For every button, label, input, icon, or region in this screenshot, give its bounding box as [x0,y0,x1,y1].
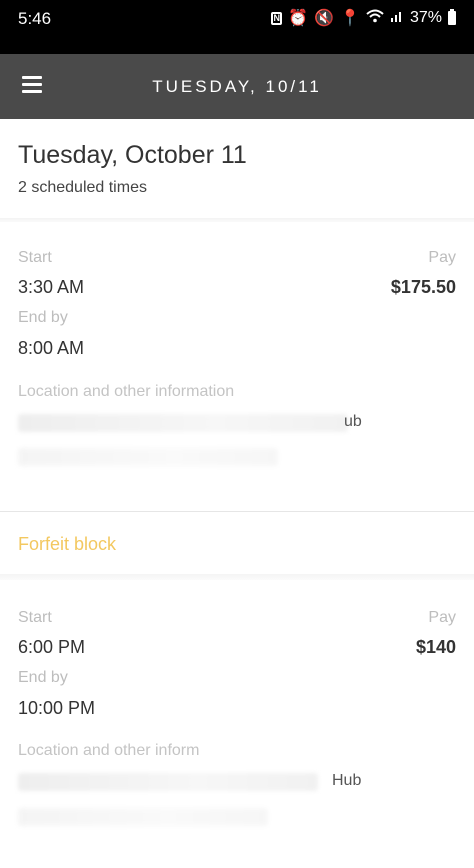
pay-label: Pay [428,609,456,626]
end-label: End by [18,669,68,686]
signal-icon [390,9,404,28]
mute-icon: 🔇 [314,10,335,27]
location-redacted [18,808,268,826]
forfeit-block-button[interactable]: Forfeit block [18,534,116,555]
pay-amount: $175.50 [390,277,456,297]
status-bar: 5:46 N ⏰ 🔇 📍 37% [0,0,474,54]
location-label: Location and other information [18,383,235,400]
nfc-icon: N [271,11,283,25]
location-label: Location and other inform [18,742,200,759]
pay-amount: $140 [415,637,456,657]
start-time: 6:00 PM [18,637,86,657]
divider [0,511,474,512]
header-title: TUESDAY, 10/11 [152,77,322,96]
start-label: Start [18,249,52,266]
end-time: 10:00 PM [18,698,96,718]
app-header: TUESDAY, 10/11 [0,54,474,119]
wifi-icon [366,9,384,28]
end-label: End by [18,309,68,326]
location-value: ub [344,413,362,430]
start-time: 3:30 AM [18,277,85,297]
location-value: Hub [332,772,362,789]
alarm-icon: ⏰ [288,10,309,27]
location-redacted [18,448,278,466]
battery-percent: 37% [409,9,442,26]
scheduled-count: 2 scheduled times [18,179,147,196]
day-title: Tuesday, October 11 [18,141,247,169]
battery-icon [448,9,456,25]
location-redacted [18,414,348,432]
location-icon: 📍 [340,10,360,27]
divider [0,218,474,222]
divider [0,574,474,580]
start-label: Start [18,609,52,626]
status-time: 5:46 [18,9,52,28]
status-icons: N ⏰ 🔇 📍 37% [271,8,456,28]
location-redacted [18,773,318,791]
end-time: 8:00 AM [18,338,85,358]
pay-label: Pay [428,249,456,266]
